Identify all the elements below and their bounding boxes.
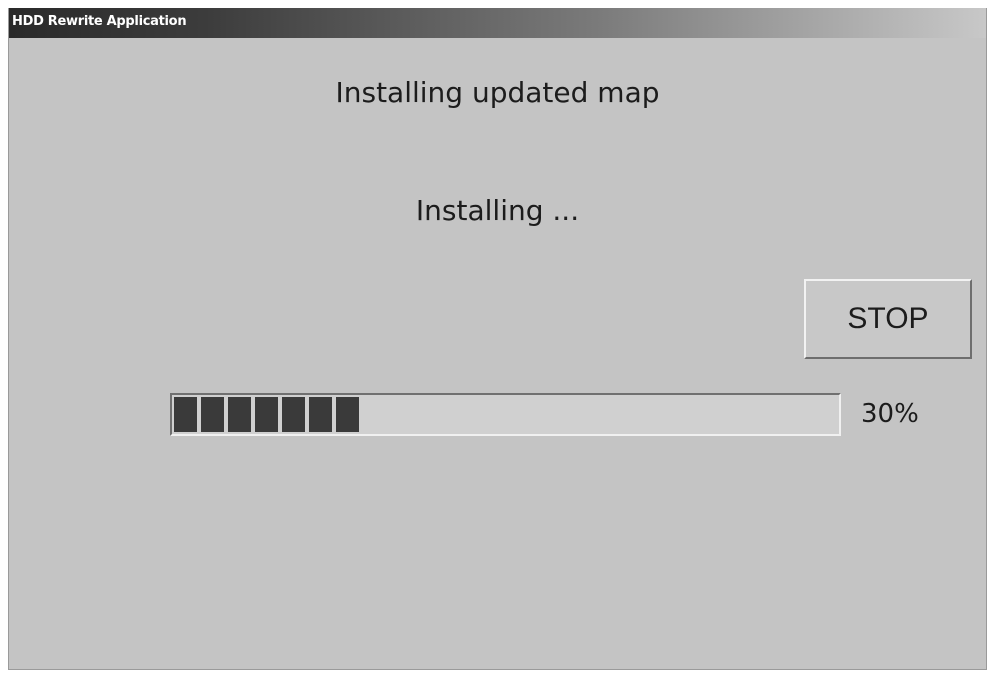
progress-block [336,397,359,432]
app-window: HDD Rewrite Application Installing updat… [8,8,987,670]
progress-block [174,397,197,432]
progress-block [309,397,332,432]
stop-button[interactable]: STOP [804,279,972,359]
progress-fill [174,397,359,432]
progress-block [201,397,224,432]
page-title: Installing updated map [335,76,660,109]
progress-block [282,397,305,432]
progress-block [255,397,278,432]
title-bar[interactable]: HDD Rewrite Application [9,8,986,38]
progress-bar [170,393,841,436]
progress-percent: 30% [861,399,919,429]
progress-block [228,397,251,432]
window-title: HDD Rewrite Application [12,14,187,29]
status-text: Installing ... [415,194,580,227]
